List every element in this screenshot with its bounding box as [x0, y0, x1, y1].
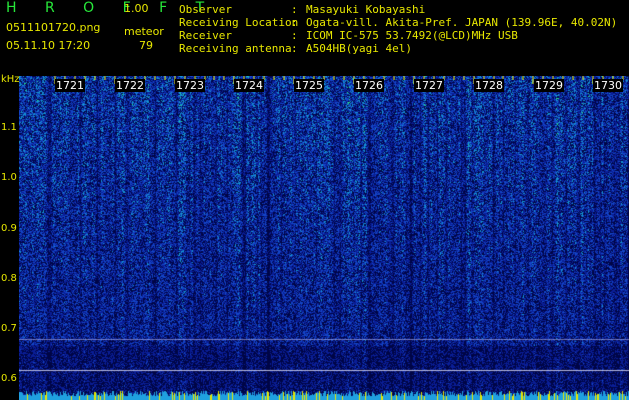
info-value: A504HB(yagi 4el) — [306, 42, 412, 55]
time-tick-1729: 1729 — [534, 79, 564, 92]
header-panel: H R O F F T 1.00 0511101720.png 05.11.10… — [0, 0, 629, 74]
time-tick-1726: 1726 — [354, 79, 384, 92]
freq-label-0-6: 0.6 — [1, 373, 17, 384]
info-key: Receiving antenna — [179, 42, 292, 55]
freq-label-0-7: 0.7 — [1, 323, 17, 334]
file-datetime: 05.11.10 17:20 — [6, 39, 91, 52]
time-tick-1723: 1723 — [175, 79, 205, 92]
info-value: ICOM IC-575 53.7492(@LCD)MHz USB — [306, 29, 518, 42]
info-row-receiver: Receiver: ICOM IC-575 53.7492(@LCD)MHz US… — [179, 29, 617, 42]
info-colon: : — [291, 29, 298, 42]
time-tick-1725: 1725 — [294, 79, 324, 92]
freq-label-1-1: 1.1 — [1, 122, 17, 133]
info-colon: : — [291, 16, 298, 29]
freq-label-1-0: 1.0 — [1, 172, 17, 183]
freq-label-0-9: 0.9 — [1, 223, 17, 234]
info-value: Masayuki Kobayashi — [306, 3, 426, 16]
meteor-count: 79 — [139, 39, 153, 52]
time-tick-1721: 1721 — [55, 79, 85, 92]
info-row-antenna: Receiving antenna: A504HB(yagi 4el) — [179, 42, 617, 55]
app-version: 1.00 — [124, 2, 149, 15]
info-key: Observer — [179, 3, 232, 16]
file-name: 0511101720.png — [6, 21, 101, 34]
info-colon: : — [291, 3, 298, 16]
time-tick-1730: 1730 — [593, 79, 623, 92]
time-tick-1727: 1727 — [414, 79, 444, 92]
info-key: Receiving Location — [179, 16, 299, 29]
info-value: Ogata-vill. Akita-Pref. JAPAN (139.96E, … — [306, 16, 618, 29]
time-tick-1724: 1724 — [234, 79, 264, 92]
frequency-unit-label: kHz — [1, 74, 20, 85]
info-key: Receiver — [179, 29, 232, 42]
info-row-location: Receiving Location: Ogata-vill. Akita-Pre… — [179, 16, 617, 29]
time-tick-1722: 1722 — [115, 79, 145, 92]
info-colon: : — [291, 42, 298, 55]
meteor-label: meteor — [124, 25, 164, 38]
spectrogram — [19, 76, 629, 400]
info-row-observer: Observer: Masayuki Kobayashi — [179, 3, 617, 16]
freq-label-0-8: 0.8 — [1, 273, 17, 284]
time-tick-1728: 1728 — [474, 79, 504, 92]
station-info: Observer: Masayuki Kobayashi Receiving Lo… — [179, 3, 617, 55]
